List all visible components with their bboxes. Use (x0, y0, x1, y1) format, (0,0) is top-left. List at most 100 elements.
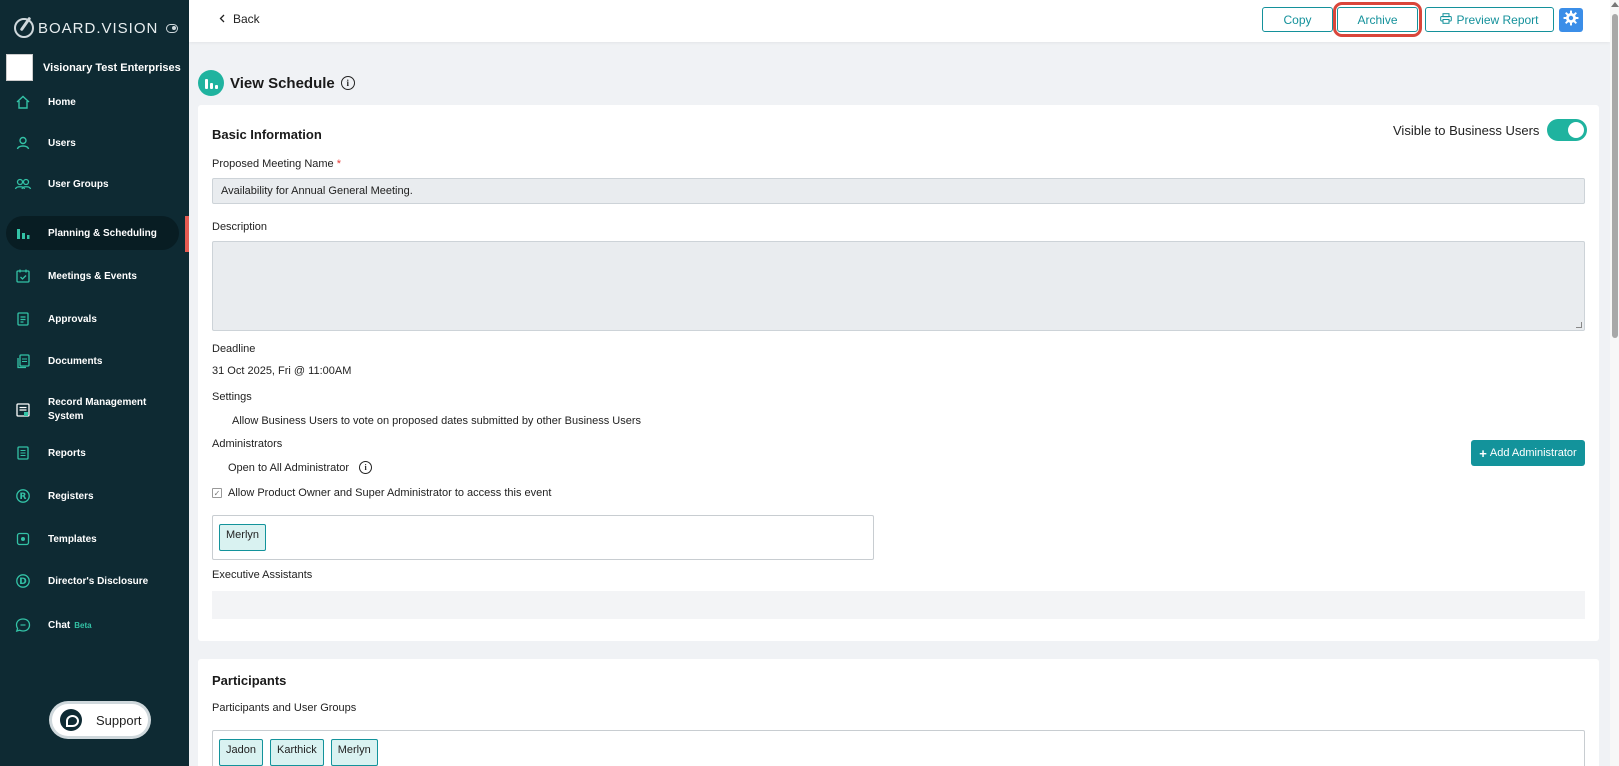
participant-tag[interactable]: Jadon (219, 739, 263, 766)
required-mark: * (336, 158, 342, 170)
participant-tag[interactable]: Merlyn (330, 739, 378, 766)
participants-label: Participants and User Groups (212, 702, 357, 714)
page-title: View Schedule (230, 74, 335, 92)
support-label: Support (96, 712, 142, 728)
settings-button[interactable] (1559, 8, 1583, 32)
sidebar-item-chat[interactable]: Chat Beta (6, 608, 179, 642)
org-logo (6, 54, 33, 81)
sidebar-item-approvals[interactable]: Approvals (6, 302, 179, 336)
allow-owner-label: Allow Product Owner and Super Administra… (228, 487, 552, 499)
visible-label: Visible to Business Users (1393, 122, 1540, 138)
info-icon[interactable]: i (359, 461, 373, 474)
sidebar-item-label: Registers (48, 490, 94, 502)
basic-information-card: Basic Information Visible to Business Us… (198, 105, 1599, 641)
sidebar-item-users[interactable]: Users (6, 126, 179, 160)
beta-badge: Beta (74, 620, 92, 630)
support-button[interactable]: Support (52, 704, 148, 736)
support-chat-icon (60, 709, 82, 731)
meeting-name-field[interactable]: Availability for Annual General Meeting. (212, 178, 1585, 204)
approval-icon (14, 310, 32, 328)
gear-icon (1563, 10, 1579, 31)
scroll-up-arrow-icon[interactable] (1611, 2, 1619, 7)
sidebar-item-label: Chat (48, 619, 71, 631)
sidebar-item-label: Director's Disclosure (48, 575, 149, 587)
administrators-box[interactable]: Merlyn (212, 515, 874, 560)
brand-mark-icon (14, 18, 34, 38)
participant-tag[interactable]: Karthick (269, 739, 324, 766)
user-icon (14, 134, 32, 152)
visible-to-business-users-toggle[interactable] (1547, 119, 1588, 141)
settings-label: Settings (212, 391, 252, 403)
open-to-all-label: Open to All Administrator (228, 461, 350, 474)
allow-owner-row[interactable]: ✓ Allow Product Owner and Super Administ… (212, 487, 551, 499)
sidebar-item-record-management[interactable]: Record Management System (6, 390, 179, 430)
preview-report-button[interactable]: Preview Report (1425, 7, 1554, 32)
calendar-icon (14, 267, 32, 285)
documents-icon (14, 352, 32, 370)
sidebar-item-home[interactable]: Home (6, 85, 179, 119)
sidebar-item-documents[interactable]: Documents (6, 344, 179, 378)
brand-logo[interactable]: BOARD.VISION (14, 18, 158, 38)
section-title: Participants (212, 673, 287, 688)
allow-owner-checkbox[interactable]: ✓ (212, 488, 222, 498)
sidebar-item-label: Meetings & Events (48, 270, 137, 282)
section-title: Basic Information (212, 127, 322, 142)
deadline-value: 31 Oct 2025, Fri @ 11:00AM (212, 365, 352, 377)
sidebar-item-label: Users (48, 137, 76, 149)
scrollbar-thumb[interactable] (1612, 14, 1618, 338)
sidebar-item-label: Planning & Scheduling (48, 227, 157, 239)
administrators-label: Administrators (212, 438, 283, 450)
printer-icon (1440, 12, 1453, 27)
preview-report-label: Preview Report (1456, 12, 1539, 27)
sidebar-item-label: Approvals (48, 313, 97, 325)
sidebar-item-planning-scheduling[interactable]: Planning & Scheduling (6, 216, 179, 250)
description-label: Description (212, 221, 268, 233)
sidebar-item-reports[interactable]: Reports (6, 436, 179, 470)
back-label: Back (233, 12, 260, 26)
registered-icon: R (14, 487, 32, 505)
deadline-label: Deadline (212, 343, 256, 355)
back-button[interactable]: Back (219, 12, 260, 26)
sidebar-item-meetings-events[interactable]: Meetings & Events (6, 259, 179, 293)
top-bar: Back Copy Archive Preview Report (189, 0, 1610, 42)
participants-box[interactable]: Jadon Karthick Merlyn (212, 730, 1585, 766)
add-administrator-label: Add Administrator (1489, 447, 1577, 459)
admin-tag[interactable]: Merlyn (219, 524, 267, 551)
organization[interactable]: Visionary Test Enterprises (6, 54, 181, 81)
sidebar-item-label: Templates (48, 533, 97, 545)
archive-highlight (1333, 2, 1422, 37)
sidebar-item-label: Home (48, 96, 76, 108)
sidebar-item-templates[interactable]: Templates (6, 522, 179, 556)
sidebar-item-directors-disclosure[interactable]: D Director's Disclosure (6, 564, 179, 598)
add-administrator-button[interactable]: + Add Administrator (1471, 440, 1585, 466)
template-icon (14, 530, 32, 548)
svg-text:R: R (20, 492, 27, 502)
sidebar-item-registers[interactable]: R Registers (6, 479, 179, 513)
sidebar-item-label: User Groups (48, 178, 109, 190)
disclosure-icon: D (14, 572, 32, 590)
participants-card: Participants Participants and User Group… (198, 659, 1599, 766)
users-icon (14, 175, 32, 193)
copy-button[interactable]: Copy (1262, 7, 1333, 32)
sidebar-toggle-icon[interactable] (166, 24, 178, 33)
page-header: View Schedule i (198, 70, 355, 96)
bar-chart-icon (14, 224, 32, 242)
chat-icon (14, 616, 32, 634)
brand-name: BOARD.VISION (38, 19, 159, 37)
record-icon (14, 401, 32, 419)
description-textarea[interactable] (212, 241, 1585, 331)
chevron-left-icon (219, 12, 225, 26)
executive-assistants-box[interactable] (212, 591, 1585, 619)
meeting-name-label-text: Proposed Meeting Name (212, 158, 334, 170)
svg-text:D: D (19, 577, 26, 587)
resize-handle-icon[interactable] (1576, 322, 1582, 328)
executive-assistants-label: Executive Assistants (212, 569, 313, 581)
visible-toggle-row: Visible to Business Users (1393, 119, 1588, 141)
open-to-all-row: Open to All Administrator i (228, 461, 373, 474)
settings-value: Allow Business Users to vote on proposed… (232, 415, 642, 427)
active-indicator (185, 216, 189, 252)
info-icon[interactable]: i (340, 76, 355, 90)
home-icon (14, 93, 32, 111)
sidebar: BOARD.VISION Visionary Test Enterprises … (0, 0, 189, 766)
sidebar-item-user-groups[interactable]: User Groups (6, 167, 179, 201)
